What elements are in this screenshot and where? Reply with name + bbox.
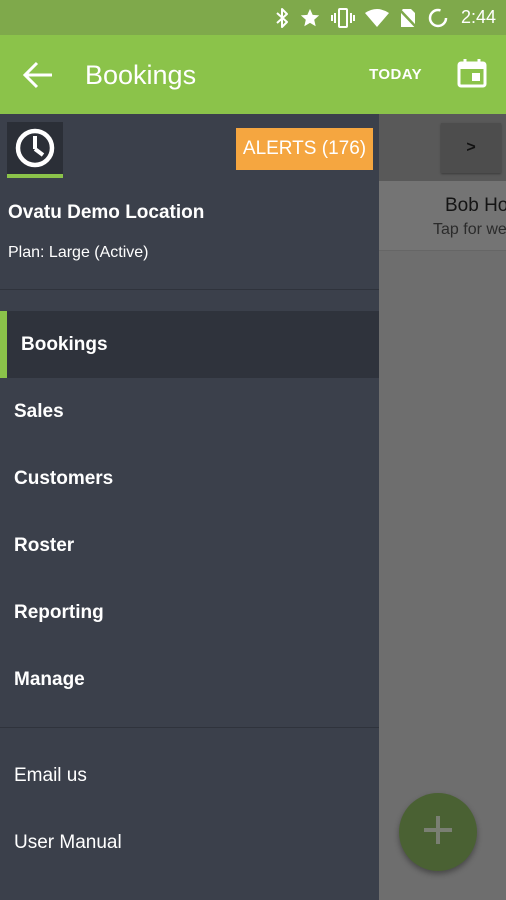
nav-item-email-us[interactable]: Email us bbox=[0, 742, 379, 809]
no-sim-icon bbox=[398, 7, 417, 29]
wifi-icon bbox=[364, 8, 389, 28]
alerts-button[interactable]: ALERTS (176) bbox=[236, 128, 373, 170]
nav-item-label: Sales bbox=[14, 400, 64, 422]
plus-icon bbox=[421, 813, 455, 852]
page-title: Bookings bbox=[85, 60, 197, 90]
next-button[interactable]: > bbox=[441, 123, 501, 173]
app-bar: Bookings TODAY bbox=[0, 35, 506, 114]
nav-item-bookings[interactable]: Bookings bbox=[0, 311, 379, 378]
nav-item-label: Manage bbox=[14, 668, 85, 690]
plan-status: Plan: Large (Active) bbox=[8, 244, 149, 261]
staff-column-header[interactable]: Bob Ho Tap for we bbox=[379, 181, 506, 251]
nav-item-label: Customers bbox=[14, 467, 114, 489]
date-toolbar: > bbox=[379, 114, 506, 181]
app-logo bbox=[7, 122, 63, 177]
staff-subtitle: Tap for we bbox=[433, 221, 506, 238]
add-booking-button[interactable] bbox=[399, 793, 477, 871]
today-button[interactable]: TODAY bbox=[369, 63, 422, 87]
nav-item-customers[interactable]: Customers bbox=[0, 445, 379, 512]
navigation-drawer: ALERTS (176) Ovatu Demo Location Plan: L… bbox=[0, 114, 379, 900]
nav-item-roster[interactable]: Roster bbox=[0, 512, 379, 579]
status-bar: 2:44 bbox=[0, 0, 506, 35]
back-arrow-icon[interactable] bbox=[18, 55, 58, 95]
nav-item-label: User Manual bbox=[14, 831, 122, 853]
nav-item-label: Roster bbox=[14, 534, 75, 556]
staff-name: Bob Ho bbox=[445, 195, 506, 216]
vibrate-icon bbox=[330, 7, 355, 29]
nav-item-manage[interactable]: Manage bbox=[0, 646, 379, 713]
schedule-area: > Bob Ho Tap for we bbox=[379, 114, 506, 900]
nav-item-label: Bookings bbox=[21, 333, 108, 355]
nav-item-label: Email us bbox=[14, 764, 87, 786]
nav-item-label: Reporting bbox=[14, 601, 104, 623]
status-time: 2:44 bbox=[460, 7, 496, 27]
logo-underline bbox=[7, 174, 63, 178]
calendar-icon[interactable] bbox=[456, 57, 488, 89]
location-name: Ovatu Demo Location bbox=[8, 202, 205, 223]
status-icons: 2:44 bbox=[275, 0, 496, 35]
loading-icon bbox=[427, 7, 449, 29]
nav-item-user-manual[interactable]: User Manual bbox=[0, 809, 379, 876]
divider bbox=[0, 289, 379, 290]
nav-item-reporting[interactable]: Reporting bbox=[0, 579, 379, 646]
bluetooth-icon bbox=[275, 7, 289, 29]
star-icon bbox=[299, 7, 321, 29]
divider bbox=[0, 727, 379, 728]
nav-item-sales[interactable]: Sales bbox=[0, 378, 379, 445]
